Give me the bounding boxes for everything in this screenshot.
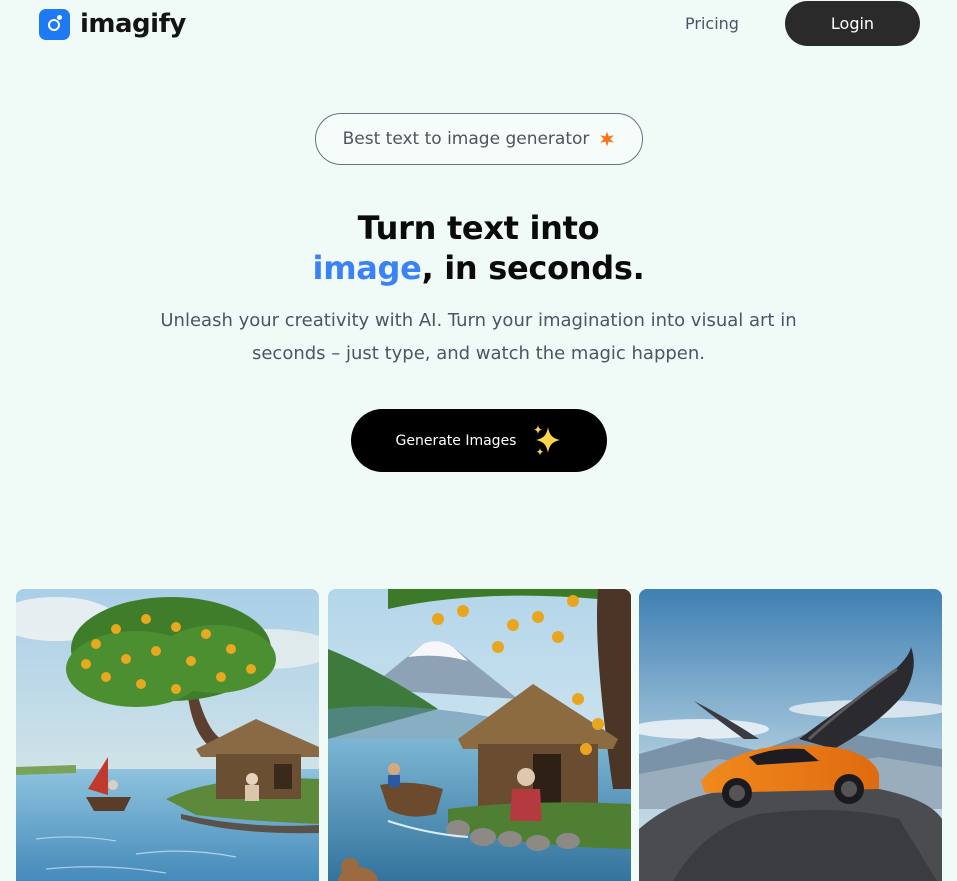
sparkle-icon	[534, 424, 561, 455]
nav-pricing-link[interactable]: Pricing	[685, 14, 739, 33]
generate-images-button[interactable]: Generate Images	[351, 409, 607, 472]
hero-title: Turn text into image, in seconds.	[0, 208, 957, 288]
login-button[interactable]: Login	[785, 1, 920, 46]
logo-text: imagify	[80, 9, 186, 39]
badge-text: Best text to image generator	[342, 129, 590, 149]
hero-title-accent: image	[312, 249, 422, 287]
star-icon	[600, 131, 615, 147]
mango-lake-image	[16, 589, 319, 881]
gallery-image-3	[639, 589, 942, 881]
logo-icon	[39, 9, 70, 40]
generate-images-label: Generate Images	[395, 432, 517, 449]
hut-mountain-image	[328, 589, 631, 881]
hero-badge: Best text to image generator	[315, 113, 643, 165]
gallery-image-1	[16, 589, 319, 881]
winged-car-image	[639, 589, 942, 881]
gallery-image-2	[328, 589, 631, 881]
logo[interactable]: imagify	[39, 9, 186, 40]
hero-title-rest: , in seconds.	[421, 249, 645, 287]
site-header: imagify Pricing Login	[0, 0, 957, 50]
sample-gallery	[16, 589, 942, 881]
hero-title-line1: Turn text into	[357, 209, 600, 247]
hero-subtitle: Unleash your creativity with AI. Turn yo…	[160, 310, 797, 364]
